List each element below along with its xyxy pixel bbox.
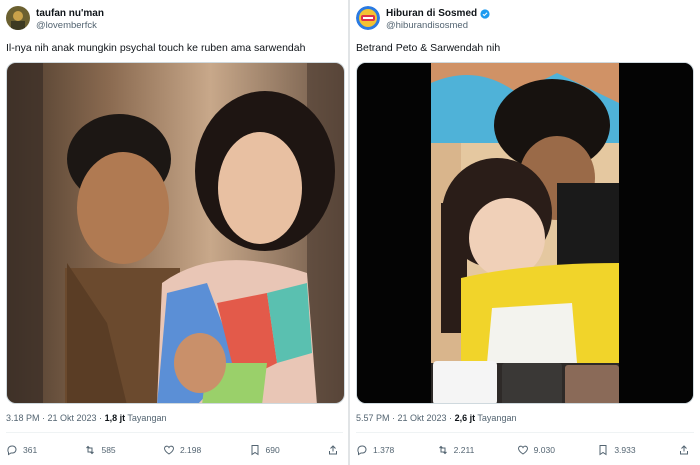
like-button[interactable]: 9.030	[517, 444, 555, 456]
reply-count: 361	[23, 445, 38, 455]
reply-icon	[7, 445, 17, 456]
display-name[interactable]: Hiburan di Sosmed	[386, 8, 490, 19]
tweet-meta: 3.18 PM · 21 Okt 2023 · 1,8 jt Tayangan	[6, 413, 166, 423]
user-handle[interactable]: @hiburandisosmed	[386, 20, 468, 31]
views-label: Tayangan	[127, 413, 167, 423]
bookmark-count: 690	[265, 445, 280, 455]
share-icon	[679, 445, 688, 455]
tweet-header: taufan nu'man @lovemberfck	[6, 6, 343, 36]
retweet-icon	[86, 445, 95, 455]
video-frame-image	[7, 63, 344, 403]
avatar[interactable]	[356, 6, 380, 30]
reply-button[interactable]: 1.378	[356, 444, 394, 456]
like-button[interactable]: 2.198	[163, 444, 201, 456]
tweet-meta: 5.57 PM · 21 Okt 2023 · 2,6 jt Tayangan	[356, 413, 516, 423]
divider-line	[356, 432, 694, 433]
user-handle[interactable]: @lovemberfck	[36, 20, 97, 31]
reply-icon	[357, 445, 367, 456]
reply-button[interactable]: 361	[6, 444, 37, 456]
retweet-count: 2.211	[453, 445, 475, 455]
bookmark-button[interactable]: 690	[249, 444, 280, 456]
reply-count: 1.378	[373, 445, 395, 455]
share-icon	[328, 445, 337, 455]
share-button[interactable]	[678, 444, 690, 456]
tweet-right[interactable]: Hiburan di Sosmed @hiburandisosmed Betra…	[350, 0, 700, 465]
display-name[interactable]: taufan nu'man	[36, 8, 104, 19]
view-count: 1,8 jt	[104, 413, 126, 423]
like-icon	[517, 445, 528, 455]
retweet-icon	[438, 445, 447, 455]
retweet-button[interactable]: 585	[84, 444, 116, 456]
timestamp[interactable]: 3.18 PM · 21 Okt 2023 ·	[6, 413, 102, 423]
timestamp[interactable]: 5.57 PM · 21 Okt 2023 ·	[356, 413, 452, 423]
video-frame-image	[357, 63, 693, 403]
verified-badge-icon	[480, 8, 490, 19]
divider-line	[6, 432, 343, 433]
bookmark-count: 3.933	[614, 445, 636, 455]
tweet-video[interactable]	[6, 62, 345, 404]
retweet-button[interactable]: 2.211	[437, 444, 475, 456]
views-label: Tayangan	[477, 413, 517, 423]
retweet-count: 585	[101, 445, 116, 455]
like-count: 9.030	[533, 445, 555, 455]
action-bar: 361 585 2.198 690	[6, 442, 339, 458]
bookmark-button[interactable]: 3.933	[597, 444, 636, 456]
action-bar: 1.378 2.211 9.030 3.933	[356, 442, 690, 458]
tweet-left[interactable]: taufan nu'man @lovemberfck Il-nya nih an…	[0, 0, 349, 465]
view-count: 2,6 jt	[454, 413, 476, 423]
tweet-text: Betrand Peto & Sarwendah nih	[356, 42, 501, 54]
like-icon	[163, 445, 174, 455]
like-count: 2.198	[179, 445, 202, 455]
avatar[interactable]	[6, 6, 30, 30]
tweet-text: Il-nya nih anak mungkin psychal touch ke…	[6, 42, 306, 54]
bookmark-icon	[599, 445, 607, 456]
share-button[interactable]	[327, 444, 339, 456]
bookmark-icon	[251, 445, 258, 456]
tweet-video[interactable]	[356, 62, 694, 404]
tweet-header: Hiburan di Sosmed @hiburandisosmed	[356, 6, 694, 36]
